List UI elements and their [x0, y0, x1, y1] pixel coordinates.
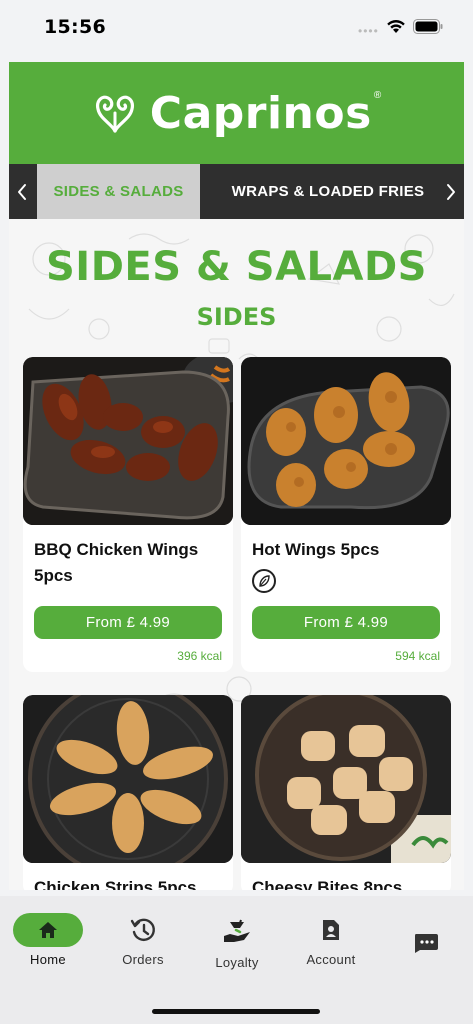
tab-label: Home	[30, 952, 66, 967]
vegetarian-leaf-icon	[252, 569, 276, 593]
category-prev-button[interactable]	[9, 164, 35, 219]
tab-label: Loyalty	[215, 955, 259, 970]
product-image-chicken-strips[interactable]	[23, 695, 233, 863]
home-icon	[39, 922, 57, 938]
category-next-button[interactable]	[438, 164, 464, 219]
battery-icon	[413, 19, 443, 34]
menu-content[interactable]: SIDES & SALADS SIDES BBQ Chicken Wings 5…	[9, 219, 464, 890]
tab-home[interactable]: Home	[12, 896, 84, 986]
bbq-wings-photo	[23, 357, 233, 525]
home-indicator	[152, 1009, 320, 1014]
tab-label: Orders	[122, 952, 164, 967]
hot-wings-photo	[241, 357, 451, 525]
cheesy-bites-photo	[241, 695, 451, 863]
product-image-hot-wings[interactable]	[241, 357, 451, 525]
chat-bubble-icon	[415, 934, 438, 953]
loyalty-hand-icon	[224, 919, 250, 942]
product-card-chicken-strips[interactable]: Chicken Strips 5pcs	[23, 695, 233, 890]
category-bar: SIDES & SALADS WRAPS & LOADED FRIES	[9, 164, 464, 219]
account-tab-pill[interactable]	[296, 913, 366, 947]
product-name: Chicken Strips 5pcs	[34, 878, 197, 890]
status-bar: 15:56 ••••	[0, 0, 473, 56]
tab-account[interactable]: Account	[295, 896, 367, 986]
chat-tab-pill[interactable]	[391, 926, 461, 960]
tab-loyalty[interactable]: Loyalty	[201, 896, 273, 986]
account-document-icon	[323, 920, 339, 940]
product-kcal: 396 kcal	[177, 649, 222, 663]
history-icon	[130, 918, 155, 941]
caprinos-logo-icon	[95, 95, 134, 133]
tab-chat[interactable]	[390, 896, 462, 986]
product-kcal: 594 kcal	[395, 649, 440, 663]
registered-mark: ®	[373, 89, 382, 101]
price-button[interactable]: From £ 4.99	[34, 606, 222, 639]
status-time: 15:56	[44, 16, 106, 38]
home-tab-pill[interactable]	[13, 913, 83, 947]
brand-header: Caprinos ®	[9, 62, 464, 164]
loyalty-tab-pill[interactable]	[202, 916, 272, 950]
chevron-right-icon	[447, 183, 455, 200]
product-name: BBQ Chicken Wings 5pcs	[34, 540, 199, 585]
product-image-cheesy-bites[interactable]	[241, 695, 451, 863]
wifi-icon	[387, 20, 405, 33]
product-card-hot-wings[interactable]: Hot Wings 5pcs From £ 4.99 594 kcal	[241, 357, 451, 672]
section-title: SIDES & SALADS	[46, 244, 427, 290]
product-card-bbq-chicken-wings[interactable]: BBQ Chicken Wings 5pcs From £ 4.99 396 k…	[23, 357, 233, 672]
chevron-left-icon	[18, 183, 26, 200]
tab-label: Account	[306, 952, 356, 967]
product-name: Cheesy Bites 8pcs	[252, 878, 403, 890]
chicken-strips-photo	[23, 695, 233, 863]
category-tab-sides-salads[interactable]: SIDES & SALADS	[37, 164, 200, 219]
product-name: Hot Wings 5pcs	[252, 540, 380, 559]
brand-name: Caprinos	[149, 87, 372, 139]
category-tab-wraps-loaded-fries[interactable]: WRAPS & LOADED FRIES	[209, 164, 447, 219]
tab-bar: Home Orders Loyalty Account	[0, 896, 473, 1024]
signal-dots-icon: ••••	[358, 24, 379, 38]
orders-tab-pill[interactable]	[108, 913, 178, 947]
product-image-bbq-wings[interactable]	[23, 357, 233, 525]
product-card-cheesy-bites[interactable]: Cheesy Bites 8pcs	[241, 695, 451, 890]
tab-orders[interactable]: Orders	[107, 896, 179, 986]
price-button[interactable]: From £ 4.99	[252, 606, 440, 639]
section-subtitle: SIDES	[196, 303, 277, 331]
